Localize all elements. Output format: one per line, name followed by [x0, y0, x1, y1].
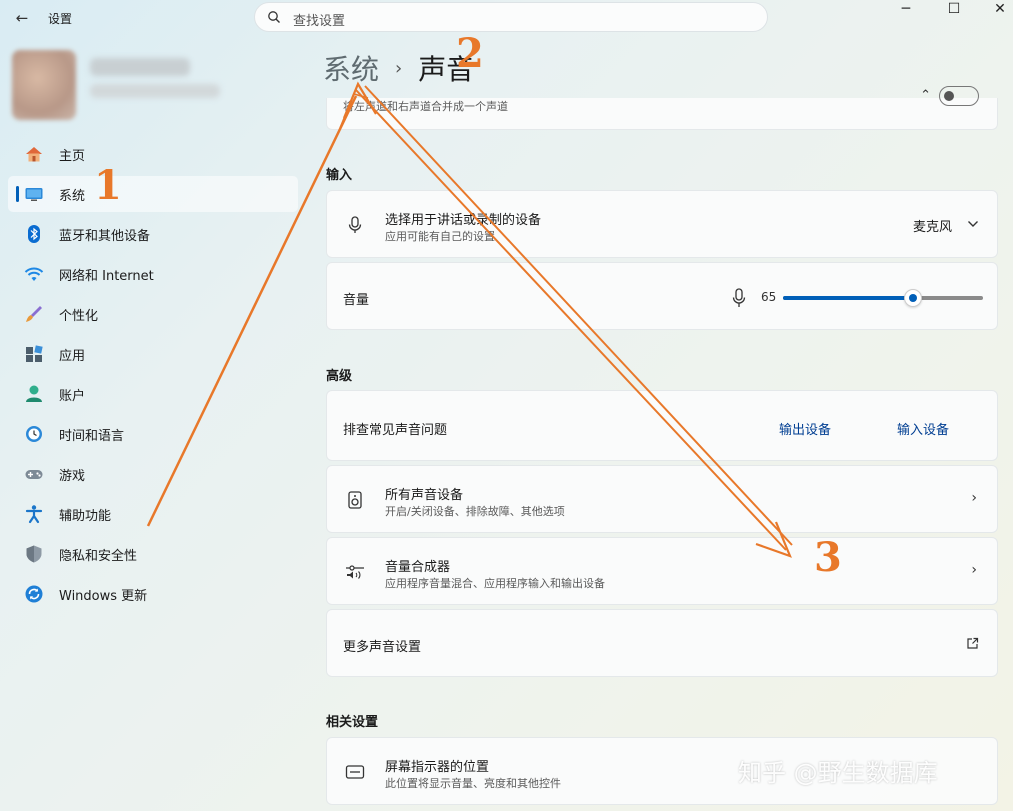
- input-device-subtitle: 应用可能有自己的设置: [385, 230, 495, 243]
- sidebar-item-accounts[interactable]: 账户: [8, 376, 298, 412]
- sidebar-item-accessibility[interactable]: 辅助功能: [8, 496, 298, 532]
- slider-thumb[interactable]: [904, 289, 922, 307]
- chevron-right-icon: ›: [971, 490, 977, 506]
- volume-mixer-icon: [346, 565, 364, 579]
- volume-indicator-title: 屏幕指示器的位置: [385, 760, 490, 775]
- system-icon: [24, 184, 44, 204]
- sidebar-item-label: 系统: [59, 188, 86, 204]
- apps-icon: [24, 344, 44, 364]
- open-external-icon: [967, 637, 979, 649]
- maximize-button[interactable]: ☐: [931, 0, 977, 20]
- mono-audio-description: 将左声道和右声道合并成一个声道: [343, 100, 508, 113]
- volume-mixer-card[interactable]: 音量合成器 应用程序音量混合、应用程序输入和输出设备 ›: [326, 537, 998, 605]
- breadcrumb: 系统 › 声音: [323, 48, 474, 88]
- input-volume-value: 65: [761, 290, 777, 304]
- search-input[interactable]: 查找设置: [293, 10, 345, 29]
- sidebar-item-time-language[interactable]: 时间和语言: [8, 416, 298, 452]
- search-icon: [268, 11, 280, 23]
- volume-mixer-title: 音量合成器: [385, 560, 451, 575]
- sidebar-item-label: 应用: [59, 348, 86, 364]
- input-device-card[interactable]: 选择用于讲话或录制的设备 应用可能有自己的设置 麦克风: [326, 190, 998, 258]
- annotation-number-2: 2: [456, 30, 484, 77]
- chevron-right-icon: ›: [971, 562, 977, 578]
- wifi-icon: [24, 264, 44, 284]
- sidebar-item-label: 辅助功能: [59, 508, 112, 524]
- sidebar-item-apps[interactable]: 应用: [8, 336, 298, 372]
- sidebar-item-label: 主页: [59, 148, 86, 164]
- user-profile[interactable]: [8, 44, 298, 136]
- input-volume-title: 音量: [343, 293, 370, 308]
- close-button[interactable]: ✕: [977, 0, 1013, 20]
- sidebar-item-windows-update[interactable]: Windows 更新: [8, 576, 298, 612]
- slider-fill: [783, 296, 913, 300]
- input-device-select[interactable]: 麦克风: [913, 216, 952, 235]
- avatar[interactable]: [12, 50, 76, 120]
- chevron-up-icon[interactable]: ⌃: [920, 88, 931, 103]
- input-volume-card: 音量 65: [326, 262, 998, 330]
- input-device-title: 选择用于讲话或录制的设备: [385, 213, 542, 228]
- mono-audio-toggle[interactable]: [939, 86, 979, 106]
- mono-audio-card: 将左声道和右声道合并成一个声道 ⌃: [326, 86, 998, 130]
- sidebar-item-system[interactable]: 系统: [8, 176, 298, 212]
- sidebar-nav: 主页 系统 蓝牙和其他设备 网络和 Internet 个性化 应用 账户 时间和…: [8, 136, 298, 616]
- troubleshoot-output-button[interactable]: 输出设备: [779, 419, 831, 438]
- section-heading-input: 输入: [326, 168, 353, 183]
- sidebar-item-label: 隐私和安全性: [59, 548, 138, 564]
- annotation-number-1: 1: [94, 162, 122, 209]
- volume-indicator-subtitle: 此位置将显示音量、亮度和其他控件: [385, 777, 561, 790]
- search-box[interactable]: 查找设置: [254, 2, 768, 32]
- shield-icon: [24, 544, 44, 564]
- section-heading-advanced: 高级: [326, 369, 353, 384]
- sidebar-item-network[interactable]: 网络和 Internet: [8, 256, 298, 292]
- sidebar-item-bluetooth[interactable]: 蓝牙和其他设备: [8, 216, 298, 252]
- troubleshoot-card: 排查常见声音问题 输出设备 输入设备: [326, 390, 998, 461]
- annotation-number-3: 3: [814, 534, 842, 581]
- account-icon: [24, 384, 44, 404]
- microphone-icon[interactable]: [729, 287, 749, 309]
- sidebar-item-label: 游戏: [59, 468, 86, 484]
- sidebar-item-label: 时间和语言: [59, 428, 125, 444]
- all-sound-devices-title: 所有声音设备: [385, 488, 464, 503]
- accessibility-icon: [24, 504, 44, 524]
- breadcrumb-parent[interactable]: 系统: [323, 48, 379, 88]
- sidebar-item-label: 账户: [59, 388, 86, 404]
- more-sound-settings-card[interactable]: 更多声音设置: [326, 609, 998, 677]
- sidebar-item-privacy[interactable]: 隐私和安全性: [8, 536, 298, 572]
- app-title: 设置: [48, 12, 73, 26]
- sidebar-item-label: Windows 更新: [59, 588, 148, 604]
- troubleshoot-input-button[interactable]: 输入设备: [897, 419, 949, 438]
- sidebar-item-label: 网络和 Internet: [59, 268, 154, 284]
- microphone-icon: [348, 216, 362, 233]
- sidebar-item-gaming[interactable]: 游戏: [8, 456, 298, 492]
- sidebar-item-personalization[interactable]: 个性化: [8, 296, 298, 332]
- update-icon: [24, 584, 44, 604]
- volume-mixer-subtitle: 应用程序音量混合、应用程序输入和输出设备: [385, 577, 605, 590]
- title-bar: ← 设置 查找设置 ─ ☐ ✕: [0, 0, 1013, 36]
- speaker-icon: [348, 491, 362, 509]
- troubleshoot-title: 排查常见声音问题: [343, 423, 448, 438]
- input-volume-slider[interactable]: [783, 289, 983, 307]
- minimize-button[interactable]: ─: [883, 0, 929, 20]
- back-arrow-icon[interactable]: ←: [12, 8, 32, 28]
- all-sound-devices-card[interactable]: 所有声音设备 开启/关闭设备、排除故障、其他选项 ›: [326, 465, 998, 533]
- bluetooth-icon: [24, 224, 44, 244]
- more-sound-settings-title: 更多声音设置: [343, 640, 422, 655]
- profile-email-blurred: [90, 84, 220, 98]
- clock-globe-icon: [24, 424, 44, 444]
- brush-icon: [24, 304, 44, 324]
- all-sound-devices-subtitle: 开启/关闭设备、排除故障、其他选项: [385, 505, 565, 518]
- watermark: 知乎 @野生数据库: [738, 759, 938, 787]
- section-heading-related: 相关设置: [326, 715, 379, 730]
- home-icon: [24, 144, 44, 164]
- sidebar-item-home[interactable]: 主页: [8, 136, 298, 172]
- screen-indicator-icon: [345, 765, 365, 779]
- profile-name-blurred: [90, 58, 190, 76]
- gamepad-icon: [24, 464, 44, 484]
- breadcrumb-separator: ›: [395, 57, 403, 79]
- chevron-down-icon[interactable]: [967, 219, 979, 229]
- sidebar-item-label: 个性化: [59, 308, 99, 324]
- sidebar-item-label: 蓝牙和其他设备: [59, 228, 151, 244]
